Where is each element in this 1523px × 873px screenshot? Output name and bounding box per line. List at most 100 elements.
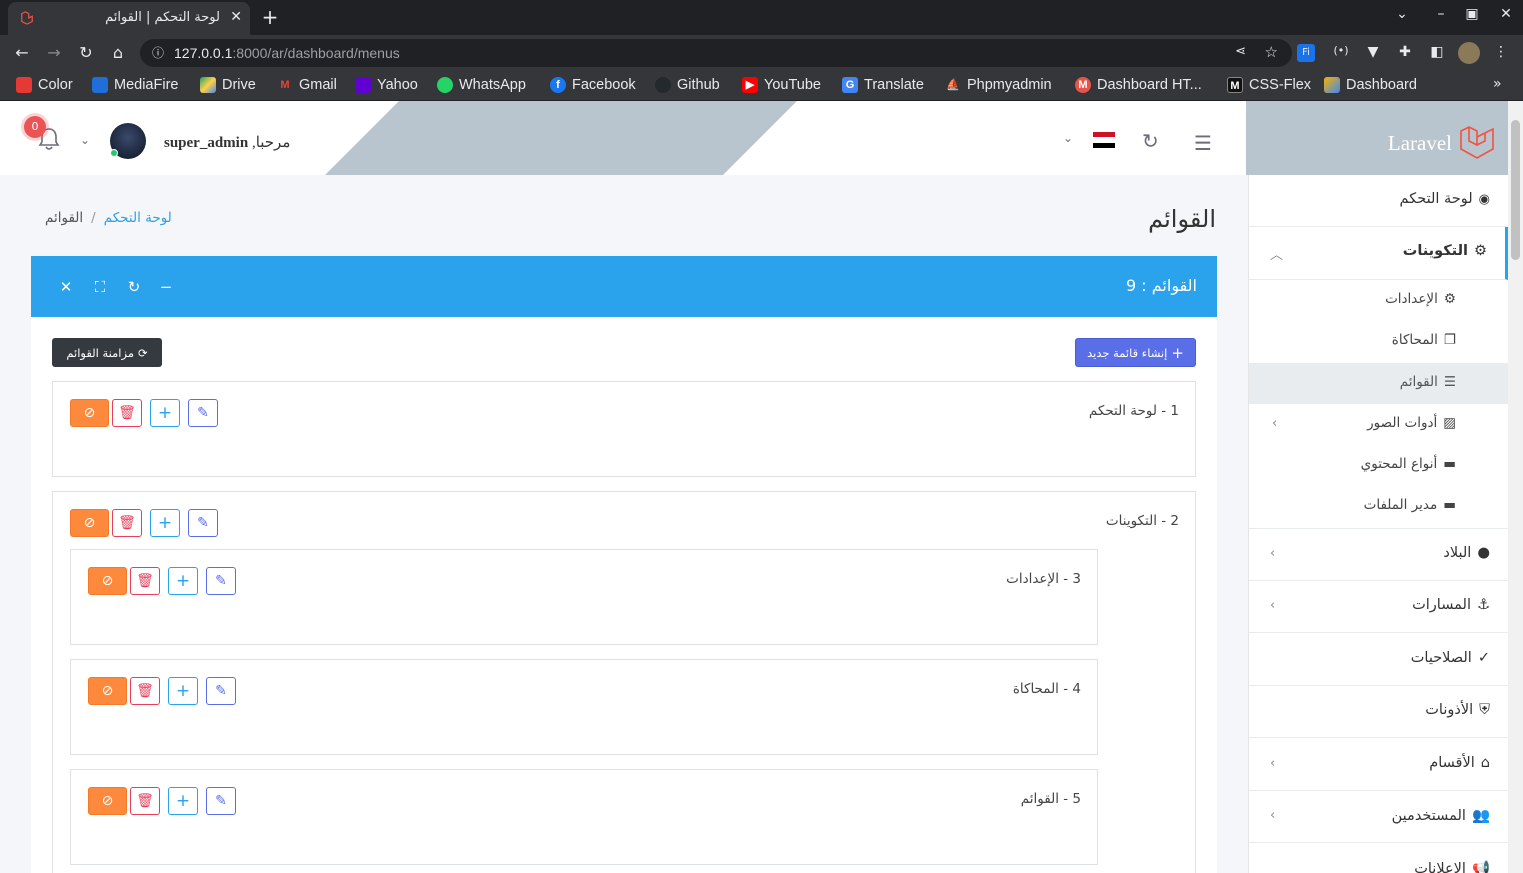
sync-menus-button[interactable]: ⟳ مزامنة القوائم xyxy=(52,338,162,367)
address-bar[interactable]: ⓘ 127.0.0.1:8000/ar/dashboard/menus ⋖ ☆ xyxy=(140,39,1292,67)
minimize-icon[interactable]: – xyxy=(1429,6,1453,22)
hide-button[interactable]: ⊘ xyxy=(88,567,127,595)
fullscreen-icon[interactable]: ⛶ xyxy=(91,278,109,296)
collapse-icon[interactable]: − xyxy=(157,278,175,296)
edit-button[interactable]: ✎ xyxy=(206,567,236,595)
add-child-button[interactable]: + xyxy=(168,787,198,815)
username: super_admin xyxy=(164,135,249,151)
forward-icon[interactable]: → xyxy=(43,43,65,62)
sidebar-item-routes[interactable]: ⚓ المسارات ‹ xyxy=(1249,581,1508,633)
hamburger-menu-icon[interactable]: ☰ xyxy=(1194,131,1212,155)
new-tab-icon[interactable]: + xyxy=(258,5,282,29)
brand-area[interactable]: Laravel xyxy=(1246,101,1508,175)
user-dropdown-chevron-icon[interactable]: ⌄ xyxy=(80,133,90,147)
bookmark-css-flex[interactable]: M CSS-Flex xyxy=(1227,77,1311,93)
share-icon[interactable]: ⋖ xyxy=(1235,44,1246,59)
delete-button[interactable]: 🗑 xyxy=(112,399,142,427)
anchor-icon: ⚓ xyxy=(1477,597,1490,613)
sidebar-item-permissions[interactable]: ✓ الصلاحيات xyxy=(1249,634,1508,686)
shield-icon: ⛨ xyxy=(1479,702,1490,718)
close-card-icon[interactable]: ✕ xyxy=(57,278,75,296)
bookmark-whatsapp[interactable]: WhatsApp xyxy=(437,77,526,93)
back-icon[interactable]: ← xyxy=(11,43,33,62)
edit-button[interactable]: ✎ xyxy=(206,787,236,815)
refresh-icon[interactable]: ↻ xyxy=(1142,129,1159,153)
hide-button[interactable]: ⊘ xyxy=(88,787,127,815)
bookmark-youtube[interactable]: ▶ YouTube xyxy=(742,77,821,93)
reload-card-icon[interactable]: ↻ xyxy=(125,278,143,296)
maximize-icon[interactable]: ▣ xyxy=(1460,6,1484,22)
sidebar-item-menus[interactable]: ☰ القوائم xyxy=(1249,363,1508,404)
sidebar-item-image-tools[interactable]: ▨ أدوات الصور ‹ xyxy=(1249,404,1508,445)
sidebar-item-ads[interactable]: 📢 الإعلانات xyxy=(1249,844,1508,873)
more-bookmarks-icon[interactable]: » xyxy=(1493,76,1502,92)
add-child-button[interactable]: + xyxy=(168,677,198,705)
bookmark-facebook[interactable]: f Facebook xyxy=(550,77,636,93)
sidebar-item-settings[interactable]: ⚙ الإعدادات xyxy=(1249,280,1508,321)
extension-fi-icon[interactable]: Fi xyxy=(1297,44,1315,62)
bookmark-translate[interactable]: G Translate xyxy=(842,77,924,93)
add-child-button[interactable]: + xyxy=(150,399,180,427)
sidebar-item-dashboard[interactable]: ◉ لوحة التحكم xyxy=(1249,175,1508,227)
side-panel-icon[interactable]: ◧ xyxy=(1426,44,1448,60)
close-tab-icon[interactable]: ✕ xyxy=(230,9,242,25)
sidebar-item-file-manager[interactable]: ▬ مدير الملفات xyxy=(1249,486,1508,529)
extension-radio-icon[interactable]: (•) xyxy=(1330,44,1352,57)
bookmark-yahoo[interactable]: Yahoo xyxy=(355,77,418,93)
chevron-left-icon: ‹ xyxy=(1270,756,1276,771)
breadcrumb-home-link[interactable]: لوحة التحكم xyxy=(104,210,172,226)
hide-button[interactable]: ⊘ xyxy=(70,399,109,427)
page-scrollbar-thumb[interactable] xyxy=(1511,120,1520,260)
language-chevron-icon[interactable]: ⌄ xyxy=(1063,131,1073,145)
sidebar-item-abilities[interactable]: ⛨ الأذونات xyxy=(1249,686,1508,738)
bookmark-drive[interactable]: Drive xyxy=(200,77,256,93)
card-header: القوائم : 9 − ↻ ⛶ ✕ xyxy=(31,256,1217,317)
bookmark-gmail[interactable]: M Gmail xyxy=(277,77,336,93)
yahoo-icon xyxy=(355,77,371,93)
plus-icon: + xyxy=(1171,343,1184,362)
sidebar-item-sections[interactable]: ⌂ الأقسام ‹ xyxy=(1249,739,1508,791)
extensions-puzzle-icon[interactable]: ✚ xyxy=(1394,44,1416,60)
sidebar-item-configs[interactable]: ⚙ التكوينات ︿ xyxy=(1249,227,1508,280)
chevron-left-icon: ‹ xyxy=(1272,416,1278,431)
bookmark-dashboard-html[interactable]: M Dashboard HT... xyxy=(1075,77,1202,93)
delete-button[interactable]: 🗑 xyxy=(130,677,160,705)
profile-avatar[interactable] xyxy=(1458,42,1480,64)
sidebar-item-countries[interactable]: ● البلاد ‹ xyxy=(1249,529,1508,581)
page-title: القوائم xyxy=(1148,205,1216,233)
site-info-icon[interactable]: ⓘ xyxy=(152,44,164,61)
user-greeting[interactable]: مرحبا, super_admin xyxy=(164,133,290,152)
bookmark-color[interactable]: Color xyxy=(16,77,73,93)
create-menu-button[interactable]: + إنشاء قائمة جديد xyxy=(1075,338,1196,367)
delete-button[interactable]: 🗑 xyxy=(112,509,142,537)
home-icon[interactable]: ⌂ xyxy=(107,43,129,62)
sync-icon: ⟳ xyxy=(138,345,148,360)
tab-search-icon[interactable]: ⌄ xyxy=(1390,6,1414,22)
browser-tab[interactable]: لوحة التحكم | القوائم ✕ xyxy=(8,2,250,35)
sidebar-item-users[interactable]: 👥 المستخدمين ‹ xyxy=(1249,791,1508,843)
chevron-left-icon: ‹ xyxy=(1270,808,1276,823)
folder-icon: ▬ xyxy=(1443,497,1456,513)
reload-icon[interactable]: ↻ xyxy=(75,43,97,62)
bookmark-star-icon[interactable]: ☆ xyxy=(1265,43,1278,61)
browser-menu-icon[interactable]: ⋮ xyxy=(1490,44,1512,60)
extension-v-icon[interactable]: ▼ xyxy=(1362,44,1384,60)
edit-button[interactable]: ✎ xyxy=(188,509,218,537)
add-child-button[interactable]: + xyxy=(168,567,198,595)
hide-button[interactable]: ⊘ xyxy=(70,509,109,537)
add-child-button[interactable]: + xyxy=(150,509,180,537)
sidebar-item-simulation[interactable]: ❐ المحاكاة xyxy=(1249,321,1508,362)
hide-button[interactable]: ⊘ xyxy=(88,677,127,705)
bookmark-phpmyadmin[interactable]: ⛵ Phpmyadmin xyxy=(945,77,1051,93)
bookmark-mediafire[interactable]: MediaFire xyxy=(92,77,178,93)
sidebar-item-content-types[interactable]: ▬ أنواع المحتوي xyxy=(1249,445,1508,486)
bookmark-github[interactable]: Github xyxy=(655,77,720,93)
delete-button[interactable]: 🗑 xyxy=(130,787,160,815)
edit-button[interactable]: ✎ xyxy=(188,399,218,427)
edit-button[interactable]: ✎ xyxy=(206,677,236,705)
bookmark-dashboard[interactable]: Dashboard xyxy=(1324,77,1417,93)
close-window-icon[interactable]: ✕ xyxy=(1494,6,1518,22)
egypt-flag-icon[interactable] xyxy=(1093,132,1115,148)
translate-icon: G xyxy=(842,77,858,93)
delete-button[interactable]: 🗑 xyxy=(130,567,160,595)
